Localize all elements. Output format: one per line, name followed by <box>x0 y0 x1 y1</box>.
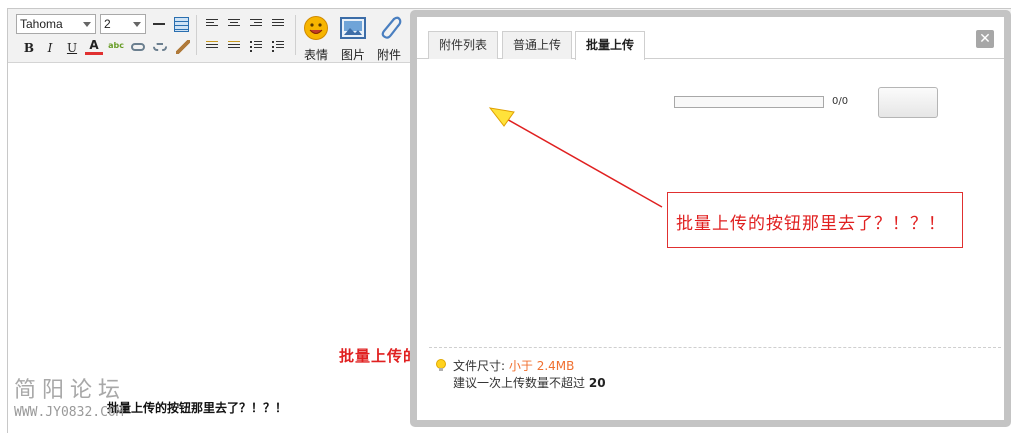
table-icon[interactable] <box>174 17 189 32</box>
upload-count-label: 建议一次上传数量不超过 <box>453 376 586 390</box>
font-color-button[interactable]: A <box>85 38 103 55</box>
file-size-row: 文件尺寸: 小于 2.4MB <box>433 358 606 375</box>
chevron-down-icon <box>133 22 141 27</box>
upload-count-value: 20 <box>588 376 606 390</box>
image-button[interactable]: 图片 <box>335 13 371 62</box>
upload-count-row: 建议一次上传数量不超过 20 <box>433 375 606 392</box>
clear-format-icon[interactable] <box>176 40 190 54</box>
tab-normal-upload[interactable]: 普通上传 <box>502 31 573 59</box>
attachment-dialog: 附件列表 普通上传 批量上传 ✕ 0/0 批量上传的按钮那里去了？！？！ 文件尺… <box>410 10 1011 427</box>
editor-body-text: 批量上传的按钮那里去了？！？！ <box>107 401 288 415</box>
font-size-value: 2 <box>104 17 111 31</box>
file-size-value: 小于 2.4MB <box>508 359 575 373</box>
font-family-select[interactable]: Tahoma <box>16 14 96 34</box>
italic-button[interactable]: I <box>41 39 59 57</box>
attach-button[interactable]: 附件 <box>371 13 407 62</box>
image-label: 图片 <box>340 48 365 62</box>
align-center-icon[interactable] <box>228 19 240 30</box>
site-watermark: 简阳论坛 WWW.JY0832.COM <box>14 372 126 420</box>
ordered-list-icon[interactable] <box>250 41 262 52</box>
link-icon[interactable] <box>131 43 145 51</box>
font-size-select[interactable]: 2 <box>100 14 146 34</box>
underline-button[interactable]: U <box>63 39 81 57</box>
horizontal-rule-icon[interactable] <box>153 23 165 25</box>
attach-label: 附件 <box>376 48 401 62</box>
file-size-label: 文件尺寸: <box>453 359 506 373</box>
emoji-icon <box>304 16 328 40</box>
bold-button[interactable]: B <box>20 39 38 57</box>
chevron-down-icon <box>83 22 91 27</box>
annotation-callout: 批量上传的按钮那里去了？！？！ <box>667 192 963 248</box>
lightbulb-icon <box>436 359 446 371</box>
tab-attachment-list[interactable]: 附件列表 <box>428 31 499 59</box>
upload-progress-count: 0/0 <box>832 96 849 107</box>
watermark-title: 简阳论坛 <box>14 378 127 403</box>
align-justify-icon[interactable] <box>272 19 284 30</box>
unlink-icon[interactable] <box>153 43 167 51</box>
callout-text: 批量上传的按钮那里去了？！？！ <box>676 214 946 234</box>
tab-batch-upload[interactable]: 批量上传 <box>575 31 646 60</box>
paperclip-icon <box>381 16 402 39</box>
outdent-icon[interactable] <box>228 41 240 52</box>
watermark-url: WWW.JY0832.COM <box>14 405 124 420</box>
close-icon[interactable]: ✕ <box>976 30 994 48</box>
image-icon <box>340 17 366 39</box>
emoji-label: 表情 <box>303 48 328 62</box>
dialog-tabs: 附件列表 普通上传 批量上传 <box>417 17 1004 60</box>
upload-tip: 文件尺寸: 小于 2.4MB 建议一次上传数量不超过 20 <box>433 358 606 392</box>
indent-icon[interactable] <box>206 41 218 52</box>
dialog-divider <box>429 347 1001 348</box>
spellcheck-button[interactable]: abc <box>107 37 125 55</box>
unordered-list-icon[interactable] <box>272 41 284 52</box>
emoji-button[interactable]: 表情 <box>298 13 334 62</box>
upload-progress-bar <box>674 96 824 108</box>
align-right-icon[interactable] <box>250 19 262 30</box>
align-left-icon[interactable] <box>206 19 218 30</box>
font-family-value: Tahoma <box>20 17 63 31</box>
batch-upload-button[interactable] <box>878 87 938 118</box>
